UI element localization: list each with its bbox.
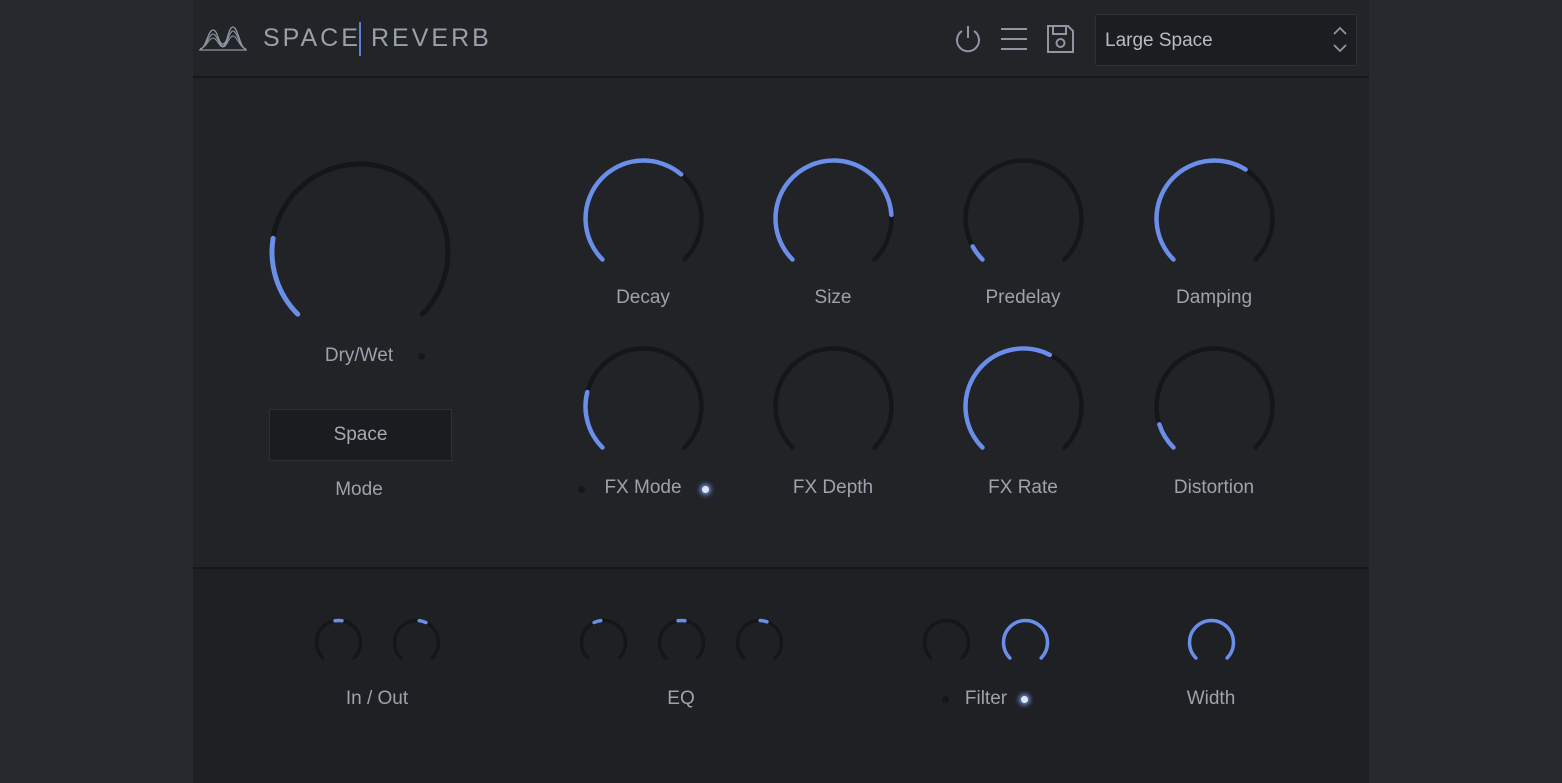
brand-divider (359, 22, 361, 56)
brand-title-space: SPACE (263, 24, 361, 53)
eq-label: EQ (581, 688, 781, 710)
in-out-label: In / Out (277, 688, 477, 710)
fx-depth-knob[interactable] (768, 341, 899, 472)
knob-value-arc (1159, 424, 1173, 447)
filter-low-knob[interactable] (918, 614, 975, 671)
knob-track (965, 160, 1081, 259)
decay-label: Decay (543, 287, 743, 309)
mode-selector[interactable]: Space (269, 409, 452, 461)
knob-track (581, 620, 625, 658)
preset-selector[interactable]: Large Space (1095, 14, 1357, 66)
knob-pointer (419, 620, 426, 622)
save-icon[interactable] (1044, 22, 1076, 56)
filter-right-dot-active[interactable] (1021, 696, 1028, 703)
knob-pointer (594, 620, 601, 622)
width-label: Width (1111, 688, 1311, 710)
chevron-up-down-icon[interactable] (1332, 25, 1348, 55)
knob-track (659, 620, 703, 658)
main-panel: Dry/Wet Space Mode Decay Size Predelay D… (193, 78, 1369, 567)
logo-waves-icon (198, 22, 248, 54)
knob-value-arc (965, 348, 1049, 447)
fx-mode-label: FX Mode (543, 477, 743, 499)
knob-value-arc (1156, 160, 1245, 259)
damping-label: Damping (1114, 287, 1314, 309)
knob-value-arc (775, 160, 891, 259)
knob-track (585, 348, 701, 447)
knob-pointer (760, 620, 767, 621)
knob-track (1156, 348, 1272, 447)
knob-track (737, 620, 781, 658)
knob-value-arc (1189, 620, 1233, 658)
distortion-knob[interactable] (1149, 341, 1280, 472)
fx-mode-knob[interactable] (578, 341, 709, 472)
knob-value-arc (1003, 620, 1047, 658)
power-icon[interactable] (952, 22, 984, 56)
width-knob[interactable] (1183, 614, 1240, 671)
plugin-window: SPACE REVERB Large Space Dry/Wet (193, 0, 1369, 781)
eq-high-knob[interactable] (731, 614, 788, 671)
damping-knob[interactable] (1149, 153, 1280, 284)
filter-label: Filter (886, 688, 1086, 710)
size-label: Size (733, 287, 933, 309)
fx-rate-knob[interactable] (958, 341, 1089, 472)
header-bar: SPACE REVERB Large Space (193, 0, 1369, 78)
preset-value: Large Space (1105, 30, 1213, 52)
menu-icon[interactable] (998, 22, 1030, 56)
eq-mid-knob[interactable] (653, 614, 710, 671)
decay-knob[interactable] (578, 153, 709, 284)
knob-track (775, 348, 891, 447)
eq-low-knob[interactable] (575, 614, 632, 671)
knob-track (924, 620, 968, 658)
mode-label: Mode (259, 479, 459, 501)
size-knob[interactable] (768, 153, 899, 284)
filter-left-dot[interactable] (942, 696, 949, 703)
dry-wet-indicator-dot (418, 353, 425, 360)
output-knob[interactable] (388, 614, 445, 671)
dry-wet-knob[interactable] (264, 156, 456, 348)
knob-track (272, 164, 448, 314)
dry-wet-label: Dry/Wet (259, 345, 459, 367)
knob-track (316, 620, 360, 658)
knob-track (394, 620, 438, 658)
knob-value-arc (972, 246, 982, 259)
fx-mode-right-dot-active[interactable] (702, 486, 709, 493)
fx-rate-label: FX Rate (923, 477, 1123, 499)
predelay-label: Predelay (923, 287, 1123, 309)
mode-value: Space (270, 424, 451, 446)
knob-value-arc (585, 160, 681, 259)
filter-high-knob[interactable] (997, 614, 1054, 671)
bottom-panel: In / Out EQ Filter Width (193, 567, 1369, 783)
fx-depth-label: FX Depth (733, 477, 933, 499)
fx-mode-left-dot[interactable] (578, 486, 585, 493)
knob-value-arc (585, 392, 602, 447)
brand-title-reverb: REVERB (371, 24, 492, 53)
knob-value-arc (272, 238, 298, 314)
input-knob[interactable] (310, 614, 367, 671)
predelay-knob[interactable] (958, 153, 1089, 284)
distortion-label: Distortion (1114, 477, 1314, 499)
